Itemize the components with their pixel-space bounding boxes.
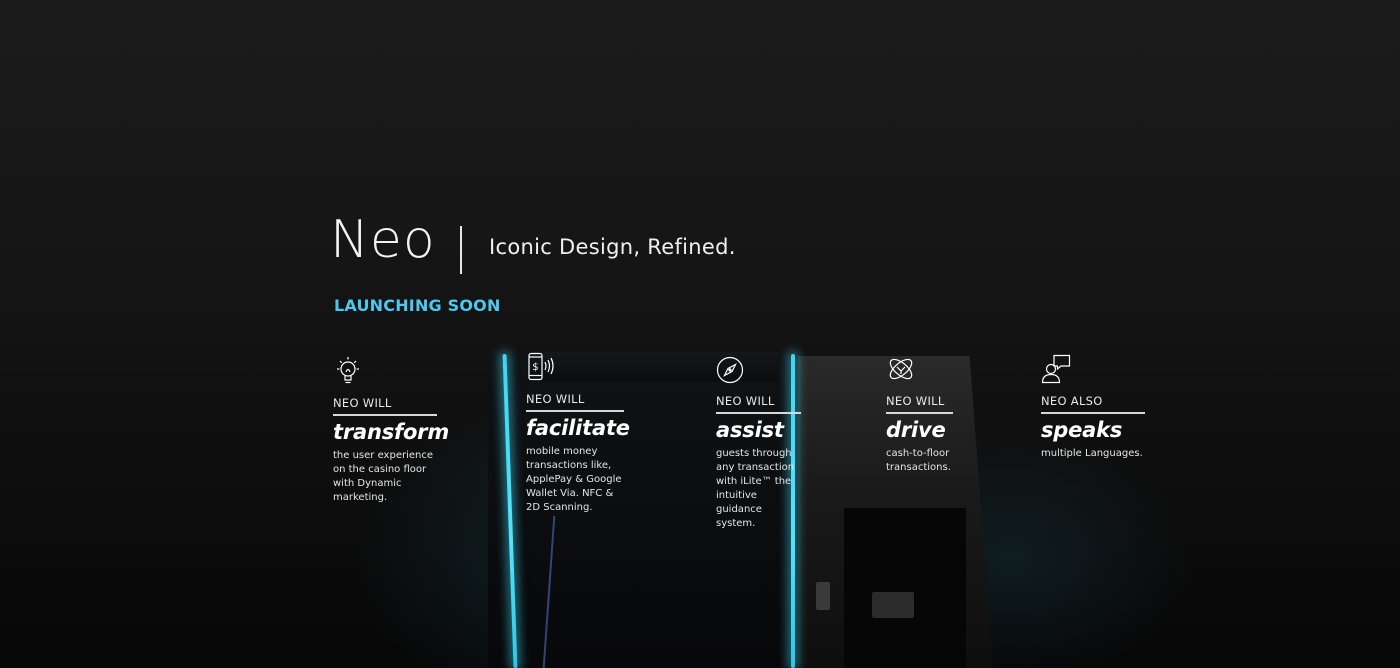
feature-facilitate: $ NEO WILL facilitate mobile money trans… — [526, 352, 630, 515]
orbit-icon — [886, 354, 916, 384]
feature-kicker: NEO WILL — [886, 394, 945, 408]
feature-verb: speaks — [1041, 417, 1123, 442]
mobile-payment-icon: $ — [526, 352, 556, 382]
hero-section: Neo Iconic Design, Refined. LAUNCHING SO… — [0, 0, 1400, 668]
kiosk-screen — [844, 508, 966, 668]
brand-title: Neo — [330, 210, 436, 270]
feature-description: the user experience on the casino floor … — [333, 449, 434, 503]
lightbulb-icon — [333, 356, 363, 386]
launching-soon-label: LAUNCHING SOON — [334, 296, 501, 315]
feature-rule — [333, 413, 437, 416]
kiosk-card-slot — [816, 582, 830, 610]
compass-icon — [716, 354, 746, 384]
feature-rule — [526, 409, 624, 412]
feature-verb: facilitate — [526, 415, 630, 440]
tagline: Iconic Design, Refined. — [489, 235, 736, 259]
svg-text:$: $ — [532, 362, 538, 373]
feature-kicker: NEO WILL — [716, 394, 775, 408]
feature-rule — [716, 411, 801, 414]
feature-assist: NEO WILL assist guests through any trans… — [716, 354, 801, 531]
title-divider — [460, 226, 462, 274]
feature-transform: NEO WILL transform the user experience o… — [333, 356, 450, 505]
speech-bubble-person-icon — [1041, 354, 1071, 384]
feature-speaks: NEO ALSO speaks multiple Languages. — [1041, 354, 1145, 461]
kiosk-keypad — [872, 592, 914, 618]
feature-rule — [886, 411, 953, 414]
feature-description: cash-to-floor transactions. — [886, 447, 951, 473]
feature-rule — [1041, 411, 1145, 414]
feature-description: guests through any transaction with iLit… — [716, 447, 795, 529]
feature-description: multiple Languages. — [1041, 447, 1143, 459]
feature-drive: NEO WILL drive cash-to-floor transaction… — [886, 354, 953, 475]
feature-verb: drive — [886, 417, 946, 442]
feature-kicker: NEO WILL — [526, 392, 585, 406]
feature-kicker: NEO WILL — [333, 396, 392, 410]
feature-verb: assist — [716, 417, 784, 442]
feature-kicker: NEO ALSO — [1041, 394, 1103, 408]
feature-verb: transform — [333, 419, 450, 444]
feature-description: mobile money transactions like, ApplePay… — [526, 445, 622, 513]
